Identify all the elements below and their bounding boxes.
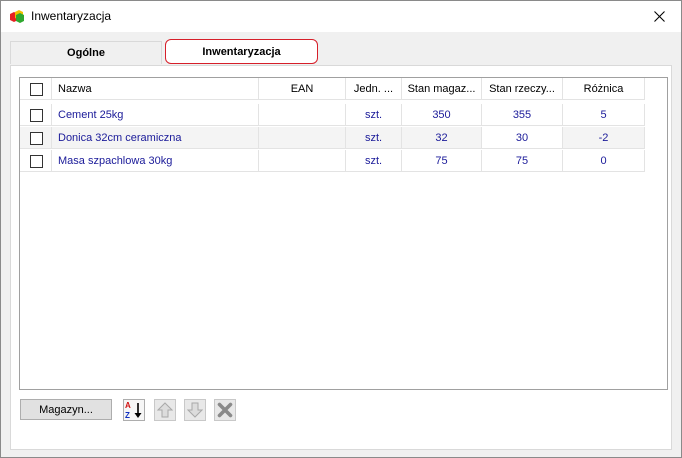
column-header-difference[interactable]: Różnica: [563, 78, 645, 100]
title-bar: Inwentaryzacja: [1, 1, 681, 32]
dialog-window: Inwentaryzacja Ogólne Inwentaryzacja Naz…: [0, 0, 682, 458]
arrow-down-icon: [187, 402, 203, 418]
close-button[interactable]: [637, 1, 681, 32]
column-header-name[interactable]: Nazwa: [52, 78, 259, 100]
inventory-table: Nazwa EAN Jedn. ... Stan magaz... Stan r…: [19, 77, 668, 390]
table-header-row: Nazwa EAN Jedn. ... Stan magaz... Stan r…: [20, 78, 645, 100]
tab-ogolne[interactable]: Ogólne: [10, 41, 162, 64]
cell-real-stock[interactable]: 75: [482, 150, 563, 172]
cell-name[interactable]: Masa szpachlowa 30kg: [52, 150, 259, 172]
close-icon: [653, 11, 665, 22]
cell-ean[interactable]: [259, 150, 346, 172]
cubes-icon: [9, 9, 25, 23]
row-checkbox[interactable]: [30, 132, 43, 145]
cell-difference[interactable]: 5: [563, 104, 645, 126]
header-checkbox-cell: [20, 78, 52, 100]
window-title: Inwentaryzacja: [31, 9, 112, 23]
sort-button[interactable]: A Z: [123, 399, 145, 421]
row-checkbox[interactable]: [30, 155, 43, 168]
row-checkbox-cell: [20, 104, 52, 126]
column-header-stock[interactable]: Stan magaz...: [402, 78, 482, 100]
cell-real-stock[interactable]: 355: [482, 104, 563, 126]
delete-button[interactable]: [214, 399, 236, 421]
cell-ean[interactable]: [259, 127, 346, 149]
delete-x-icon: [217, 402, 233, 418]
tab-panel: Nazwa EAN Jedn. ... Stan magaz... Stan r…: [10, 65, 672, 450]
cell-unit[interactable]: szt.: [346, 150, 402, 172]
cell-stock[interactable]: 75: [402, 150, 482, 172]
cell-name[interactable]: Donica 32cm ceramiczna: [52, 127, 259, 149]
table-row[interactable]: Masa szpachlowa 30kg szt. 75 75 0: [20, 150, 645, 172]
magazyn-button[interactable]: Magazyn...: [20, 399, 112, 420]
arrow-up-icon: [157, 402, 173, 418]
cell-unit[interactable]: szt.: [346, 104, 402, 126]
table-row[interactable]: Cement 25kg szt. 350 355 5: [20, 104, 645, 126]
move-up-button[interactable]: [154, 399, 176, 421]
sort-az-icon: A Z: [125, 401, 142, 420]
select-all-checkbox[interactable]: [30, 83, 43, 96]
row-checkbox[interactable]: [30, 109, 43, 122]
cell-stock[interactable]: 350: [402, 104, 482, 126]
cell-real-stock[interactable]: 30: [482, 127, 563, 149]
move-down-button[interactable]: [184, 399, 206, 421]
cell-ean[interactable]: [259, 104, 346, 126]
cell-difference[interactable]: -2: [563, 127, 645, 149]
row-checkbox-cell: [20, 150, 52, 172]
tab-strip: Ogólne Inwentaryzacja: [10, 39, 672, 65]
cell-stock[interactable]: 32: [402, 127, 482, 149]
svg-text:Z: Z: [125, 411, 130, 420]
column-header-ean[interactable]: EAN: [259, 78, 346, 100]
cell-difference[interactable]: 0: [563, 150, 645, 172]
cell-name[interactable]: Cement 25kg: [52, 104, 259, 126]
cell-unit[interactable]: szt.: [346, 127, 402, 149]
svg-text:A: A: [125, 401, 131, 410]
column-header-unit[interactable]: Jedn. ...: [346, 78, 402, 100]
column-header-real-stock[interactable]: Stan rzeczy...: [482, 78, 563, 100]
table-row[interactable]: Donica 32cm ceramiczna szt. 32 30 -2: [20, 127, 645, 149]
tab-inwentaryzacja[interactable]: Inwentaryzacja: [165, 39, 318, 64]
row-checkbox-cell: [20, 127, 52, 149]
